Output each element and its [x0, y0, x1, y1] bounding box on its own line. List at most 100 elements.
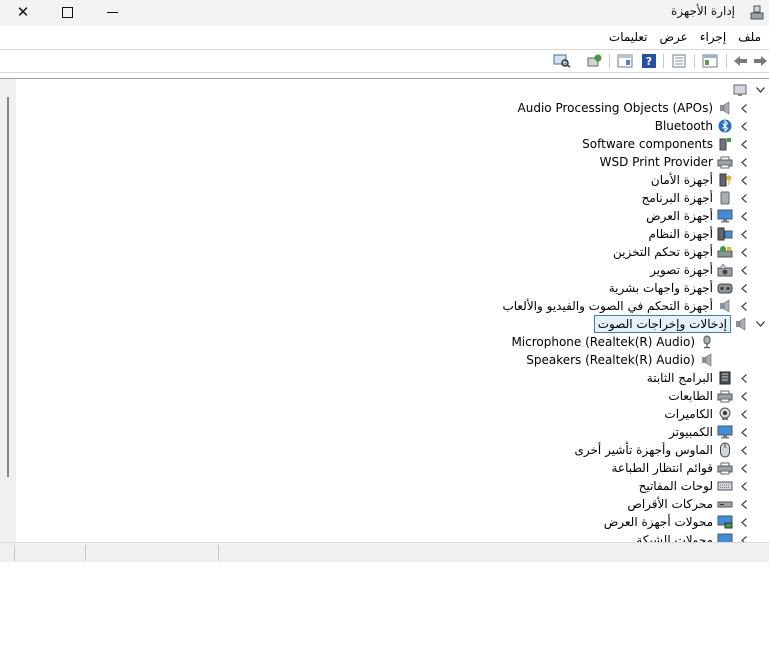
tree-category[interactable]: الكمبيوتر	[667, 423, 753, 441]
camera-icon	[716, 406, 734, 422]
chevron-left-icon[interactable]	[735, 513, 753, 531]
chevron-left-icon[interactable]	[735, 99, 753, 117]
scrollbar-thumb[interactable]	[7, 97, 9, 477]
tree-category[interactable]: محركات الأقراص	[625, 495, 753, 513]
tree-root[interactable]	[731, 81, 769, 99]
chevron-left-icon[interactable]	[735, 189, 753, 207]
tree-category[interactable]: أجهزة العرض	[644, 207, 753, 225]
chevron-left-icon[interactable]	[735, 243, 753, 261]
tree-item-label: أجهزة البرنامج	[641, 191, 713, 205]
chevron-down-icon[interactable]	[751, 81, 769, 99]
tree-category[interactable]: Software components	[580, 135, 753, 153]
maximize-button[interactable]	[44, 0, 90, 24]
tree-item-label: WSD Print Provider	[599, 155, 713, 169]
scan-hardware-button[interactable]	[553, 53, 571, 69]
tree-category[interactable]: إدخالات وإخراجات الصوت	[593, 315, 769, 333]
chevron-left-icon[interactable]	[735, 477, 753, 495]
forward-button[interactable]	[751, 53, 769, 69]
tree-item-label: Bluetooth	[654, 119, 713, 133]
device-manager-icon	[750, 5, 764, 20]
speaker-icon	[698, 352, 716, 368]
menu-view[interactable]: عرض	[654, 27, 694, 47]
chevron-left-icon[interactable]	[735, 279, 753, 297]
chevron-left-icon[interactable]	[735, 405, 753, 423]
properties-icon	[672, 54, 686, 68]
tree-child-item[interactable]: Microphone (Realtek(R) Audio)	[509, 333, 717, 351]
tree-category[interactable]: قوائم انتظار الطباعة	[609, 459, 753, 477]
tree-item-label: قوائم انتظار الطباعة	[611, 461, 713, 475]
keyboard-icon	[716, 478, 734, 494]
tree-category[interactable]: أجهزة واجهات بشرية	[607, 279, 753, 297]
chevron-left-icon[interactable]	[735, 369, 753, 387]
chevron-down-icon[interactable]	[751, 315, 769, 333]
tree-category[interactable]: أجهزة البرنامج	[640, 189, 753, 207]
tree-category[interactable]: البرامج الثابتة	[645, 369, 753, 387]
tree-item-label: Audio Processing Objects (APOs)	[517, 101, 713, 115]
chevron-left-icon[interactable]	[735, 171, 753, 189]
chevron-left-icon[interactable]	[735, 117, 753, 135]
storage-controller-icon	[716, 244, 734, 260]
window-title: إدارة الأجهزة	[671, 4, 735, 18]
tree-category[interactable]: الماوس وأجهزة تأشير أخرى	[572, 441, 753, 459]
menu-bar: ملف إجراء عرض تعليمات	[0, 26, 769, 48]
scan-hardware-icon	[553, 54, 571, 68]
display-adapter-icon	[716, 514, 734, 530]
tree-item-label: أجهزة التحكم في الصوت والفيديو والألعاب	[502, 299, 713, 313]
tree-category[interactable]: Bluetooth	[653, 117, 753, 135]
menu-action[interactable]: إجراء	[694, 27, 732, 47]
chevron-left-icon[interactable]	[735, 261, 753, 279]
tree-category[interactable]: الكاميرات	[662, 405, 753, 423]
tree-item-label: أجهزة الأمان	[650, 173, 713, 187]
device-tree[interactable]: Audio Processing Objects (APOs) Bluetooth…	[0, 78, 769, 543]
back-arrow-icon	[734, 56, 747, 66]
tree-item-label: أجهزة تصوير	[650, 263, 713, 277]
hid-icon	[716, 280, 734, 296]
menu-file[interactable]: ملف	[732, 27, 767, 47]
chevron-left-icon[interactable]	[735, 441, 753, 459]
tree-category[interactable]: لوحات المفاتيح	[637, 477, 753, 495]
imaging-device-icon	[716, 262, 734, 278]
tree-category[interactable]: الطابعات	[666, 387, 753, 405]
minimize-icon	[106, 11, 118, 13]
tree-category[interactable]: أجهزة النظام	[646, 225, 753, 243]
chevron-left-icon[interactable]	[735, 225, 753, 243]
minimize-button[interactable]	[89, 0, 135, 24]
close-button[interactable]: ✕	[0, 0, 46, 24]
status-bar	[0, 542, 769, 562]
status-divider	[14, 545, 15, 561]
tree-scrollbar-left[interactable]	[0, 79, 16, 543]
tree-item-label: أجهزة تحكم التخزين	[613, 245, 713, 259]
back-button[interactable]	[732, 53, 750, 69]
toolbar-separator	[609, 54, 610, 68]
tree-category[interactable]: Audio Processing Objects (APOs)	[516, 99, 753, 117]
toolbar: ?	[0, 49, 769, 73]
list-view-icon	[702, 54, 718, 68]
device-details-button[interactable]	[616, 53, 634, 69]
tree-category[interactable]: أجهزة تحكم التخزين	[611, 243, 753, 261]
microphone-icon	[698, 334, 716, 350]
chevron-left-icon[interactable]	[735, 297, 753, 315]
properties-button[interactable]	[670, 53, 688, 69]
chevron-left-icon[interactable]	[735, 135, 753, 153]
chevron-left-icon[interactable]	[735, 423, 753, 441]
help-button[interactable]: ?	[640, 53, 658, 69]
tree-category[interactable]: أجهزة تصوير	[648, 261, 753, 279]
chevron-left-icon[interactable]	[735, 207, 753, 225]
chevron-left-icon[interactable]	[735, 153, 753, 171]
tree-category[interactable]: محولات أجهزة العرض	[602, 513, 753, 531]
svg-text:?: ?	[646, 55, 652, 68]
show-hide-tree-button[interactable]	[701, 53, 719, 69]
toolbar-separator	[726, 54, 727, 68]
tree-item-label: إدخالات وإخراجات الصوت	[593, 315, 731, 333]
menu-help[interactable]: تعليمات	[603, 27, 654, 47]
update-driver-button[interactable]	[585, 53, 603, 69]
tree-item-label: أجهزة العرض	[646, 209, 713, 223]
chevron-left-icon[interactable]	[735, 459, 753, 477]
tree-category[interactable]: أجهزة التحكم في الصوت والفيديو والألعاب	[500, 297, 753, 315]
tree-child-item[interactable]: Speakers (Realtek(R) Audio)	[524, 351, 717, 369]
tree-category[interactable]: أجهزة الأمان	[649, 171, 753, 189]
tree-category[interactable]: WSD Print Provider	[598, 153, 753, 171]
chevron-left-icon[interactable]	[735, 387, 753, 405]
chevron-left-icon[interactable]	[735, 495, 753, 513]
monitor-icon	[716, 424, 734, 440]
